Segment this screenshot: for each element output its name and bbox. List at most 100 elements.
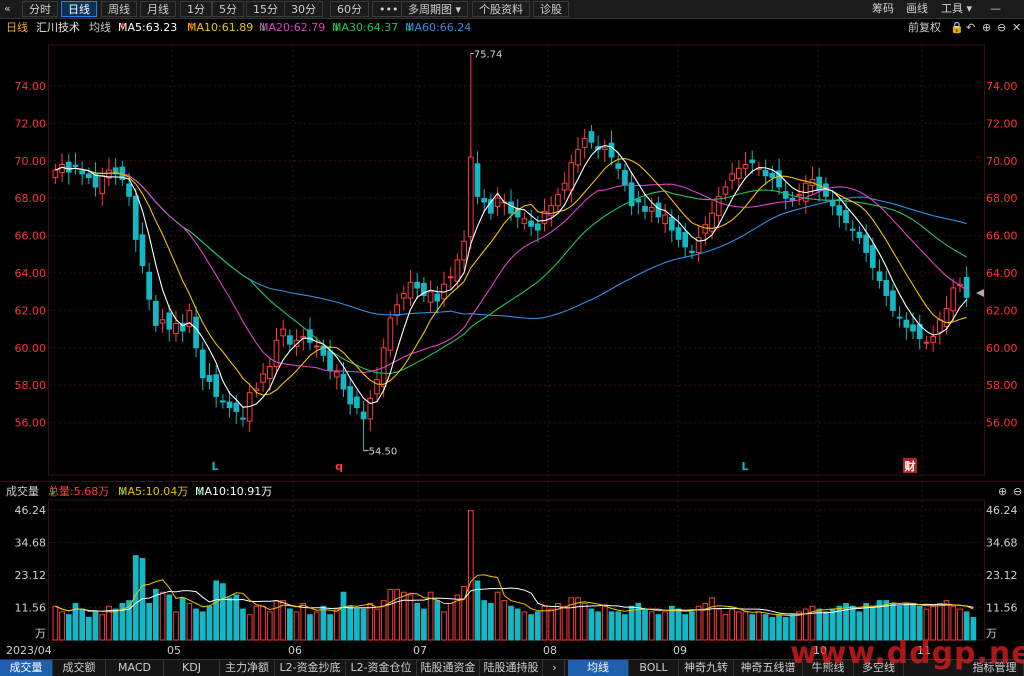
candle-down (869, 245, 876, 268)
candle-down (166, 312, 173, 330)
volume-bar-up (427, 591, 434, 641)
candle-up (521, 218, 528, 225)
volume-bar-down (226, 597, 233, 641)
volume-tick-left: 万 (35, 627, 46, 640)
price-tick-right: 74.00 (986, 80, 1018, 93)
candle-down (789, 197, 796, 201)
volume-bar-up (695, 605, 702, 641)
volume-bar-down (776, 614, 782, 641)
candle-up (601, 147, 608, 151)
indicator-tab-2[interactable]: MACD (106, 660, 164, 676)
volume-bar-down (608, 611, 615, 641)
candle-down (675, 227, 682, 240)
volume-bar-up (742, 611, 749, 641)
candle-down (474, 163, 481, 197)
volume-bar-up (441, 611, 447, 641)
volume-bar-down (354, 608, 360, 641)
volume-bar-down (481, 600, 488, 641)
price-tick-left: 60.00 (15, 342, 47, 355)
volume-bar-up (494, 591, 501, 641)
volume-bar-up (548, 608, 555, 641)
candle-up (52, 169, 59, 179)
candle-down (126, 183, 132, 197)
candle-up (494, 197, 501, 207)
candle-down (588, 131, 595, 143)
candle-up (555, 193, 561, 207)
indicator-tab-1[interactable]: 成交额 (53, 660, 106, 676)
candle-down (883, 279, 890, 296)
indicator-tab-10[interactable]: BOLL (629, 660, 679, 676)
volume-bar-down (287, 608, 293, 641)
candle-down (528, 220, 534, 227)
volume-bar-down (762, 614, 769, 641)
volume-bar-up (709, 597, 715, 641)
candle-down (72, 164, 79, 167)
volume-bar-up (575, 597, 581, 641)
volume-bar-down (528, 614, 534, 641)
price-tick-right: 72.00 (986, 117, 1018, 130)
volume-bar-down (421, 608, 427, 641)
indicator-tab-0[interactable]: 成交量 (0, 660, 53, 676)
volume-bar-down (206, 605, 213, 641)
indicator-tab-5[interactable]: L2-资金抄底 (275, 660, 346, 676)
candle-up (266, 366, 273, 379)
volume-bar-down (340, 591, 347, 641)
volume-bar-up (367, 602, 374, 641)
volume-bar-down (869, 605, 876, 641)
candle-down (689, 250, 695, 253)
candle-down (240, 417, 246, 420)
candle-down (434, 293, 441, 302)
candle-up (568, 162, 575, 191)
candle-down (682, 232, 689, 248)
volume-bar-down (213, 580, 220, 641)
indicator-tab-6[interactable]: L2-资金仓位 (346, 660, 417, 676)
indicator-tab-3[interactable]: KDJ (164, 660, 220, 676)
candle-down (608, 142, 615, 158)
volume-bar-down (642, 608, 648, 641)
indicator-tab-11[interactable]: 神奇九转 (679, 660, 734, 676)
volume-bar-down (782, 617, 789, 641)
watermark: www.ddgp.net (790, 636, 1024, 671)
volume-bar-down (843, 602, 849, 641)
candle-up (461, 240, 467, 261)
volume-bar-down (414, 602, 421, 641)
candle-down (655, 202, 662, 218)
indicator-tab-9[interactable]: 均线 (568, 660, 629, 676)
volume-bar-up (662, 611, 668, 641)
volume-bar-up (52, 605, 59, 641)
indicator-tab-4[interactable]: 主力净额 (220, 660, 275, 676)
candle-down (79, 170, 85, 175)
candle-up (575, 149, 581, 166)
volume-bar-up (333, 608, 340, 641)
candle-down (849, 228, 856, 231)
price-tick-right: 64.00 (986, 267, 1018, 280)
candle-down (963, 276, 970, 298)
volume-bar-down (588, 608, 595, 641)
candle-down (890, 290, 896, 311)
price-tick-right: 60.00 (986, 342, 1018, 355)
volume-bar-down (622, 614, 628, 641)
candle-down (622, 170, 628, 186)
candle-up (313, 345, 320, 348)
volume-tick-left: 23.12 (15, 569, 47, 582)
volume-bar-down (86, 617, 92, 641)
candle-down (414, 281, 421, 289)
indicator-tab-8[interactable]: 陆股通持股 (480, 660, 543, 676)
volume-bar-down (166, 594, 173, 641)
chart-canvas[interactable]: 74.00 74.00 72.00 72.00 70.00 70.00 68.00 68.00… (0, 0, 1024, 676)
volume-bar-up (246, 614, 253, 641)
volume-bar-down (910, 602, 916, 641)
volume-bar-down (153, 588, 159, 641)
volume-bar-down (327, 614, 333, 641)
volume-bar-up (943, 600, 950, 641)
price-tick-right: 68.00 (986, 192, 1018, 205)
candle-up (796, 193, 802, 197)
scroll-right-icon[interactable]: › (545, 660, 565, 676)
candle-down (508, 201, 514, 214)
indicator-tab-7[interactable]: 陆股通资金 (417, 660, 480, 676)
volume-bar-up (313, 611, 320, 641)
main-plot-frame (48, 44, 985, 476)
volume-bar-up (581, 602, 588, 641)
candle-up (447, 276, 454, 279)
event-marker: q (335, 460, 343, 473)
